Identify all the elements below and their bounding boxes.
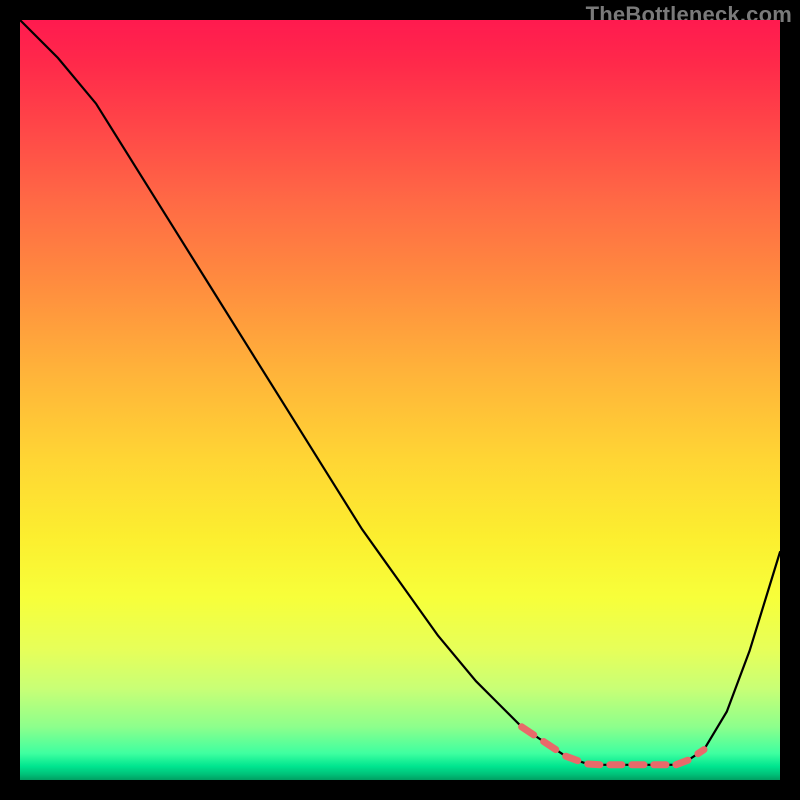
highlight-dashes: [522, 727, 704, 765]
bottleneck-curve: [20, 20, 780, 765]
highlight-dash: [698, 750, 704, 754]
highlight-dash: [676, 760, 688, 765]
curve-svg: [20, 20, 780, 780]
highlight-dash: [544, 742, 556, 750]
chart-stage: TheBottleneck.com: [0, 0, 800, 800]
highlight-dash: [522, 727, 534, 735]
highlight-dash: [588, 764, 600, 765]
plot-area: [20, 20, 780, 780]
highlight-dash: [566, 756, 578, 761]
